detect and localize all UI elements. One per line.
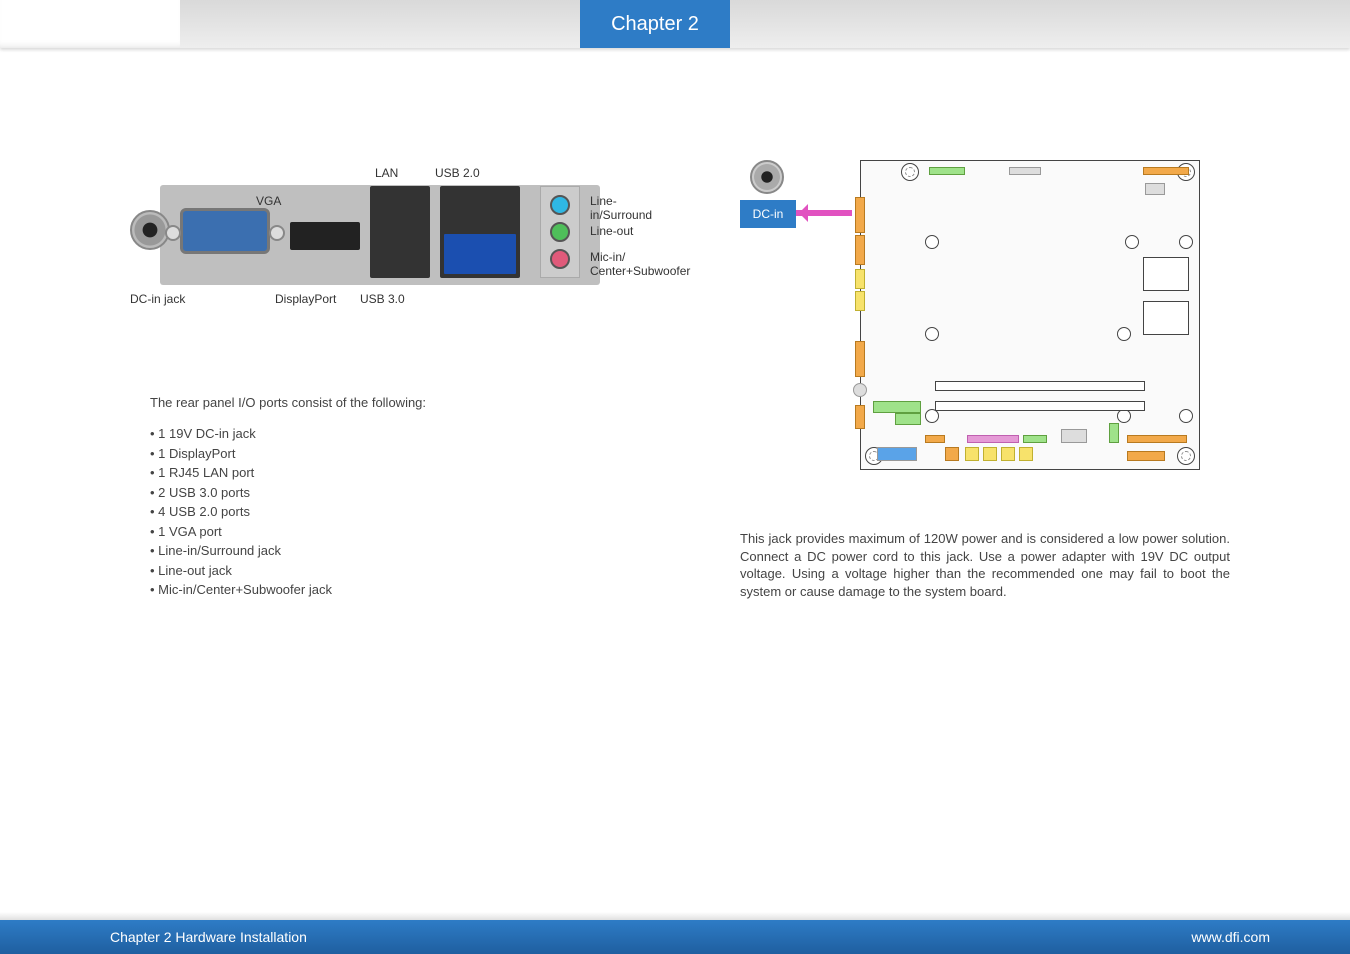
expansion-slot-icon (935, 401, 1145, 411)
mounting-hole-icon (1179, 235, 1193, 249)
connector-icon (1023, 435, 1047, 443)
connector-icon (855, 341, 865, 377)
connector-icon (967, 435, 1019, 443)
connector-icon (1009, 167, 1041, 175)
connector-icon (965, 447, 979, 461)
label-usb20: USB 2.0 (435, 166, 480, 180)
list-item: Mic-in/Center+Subwoofer jack (150, 580, 670, 600)
list-item: 1 19V DC-in jack (150, 424, 670, 444)
footer-left: Chapter 2 Hardware Installation (110, 929, 307, 945)
right-column: DC-in (740, 160, 1260, 894)
connector-icon (1127, 451, 1165, 461)
mounting-hole-icon (1117, 327, 1131, 341)
label-linein: Line-in/Surround (590, 194, 652, 222)
dc-in-connector-icon (750, 160, 784, 194)
connector-icon (855, 235, 865, 265)
label-micin: Mic-in/ Center+Subwoofer (590, 250, 690, 278)
label-dcin-jack: DC-in jack (130, 292, 185, 306)
connector-icon (1001, 447, 1015, 461)
mounting-hole-icon (925, 235, 939, 249)
mounting-hole-icon (925, 409, 939, 423)
connector-icon (945, 447, 959, 461)
list-item: 1 VGA port (150, 522, 670, 542)
left-column: LAN USB 2.0 VGA DC-in jack DisplayPort U… (130, 160, 670, 894)
body-paragraph: This jack provides maximum of 120W power… (740, 530, 1260, 600)
connector-icon (1127, 435, 1187, 443)
mounting-hole-icon (901, 163, 919, 181)
mounting-hole-icon (1117, 409, 1131, 423)
chip-icon (1143, 257, 1189, 291)
motherboard-figure: DC-in (740, 160, 1210, 490)
connector-icon (1019, 447, 1033, 461)
connector-icon (1143, 167, 1189, 175)
line-out-jack-icon (550, 222, 570, 242)
mounting-hole-icon (1177, 447, 1195, 465)
connector-icon (855, 291, 865, 311)
connector-icon (925, 435, 945, 443)
label-usb30: USB 3.0 (360, 292, 405, 306)
content: LAN USB 2.0 VGA DC-in jack DisplayPort U… (0, 120, 1350, 894)
line-in-jack-icon (550, 195, 570, 215)
connector-icon (855, 269, 865, 289)
mounting-hole-icon (1125, 235, 1139, 249)
chip-icon (1143, 301, 1189, 335)
vga-port-icon (180, 208, 270, 254)
mounting-hole-icon (1179, 409, 1193, 423)
list-item: 1 RJ45 LAN port (150, 463, 670, 483)
connector-icon (983, 447, 997, 461)
mounting-hole-icon (925, 327, 939, 341)
list-item: Line-in/Surround jack (150, 541, 670, 561)
connector-icon (1145, 183, 1165, 195)
displayport-icon (290, 222, 360, 250)
footer: Chapter 2 Hardware Installation www.dfi.… (0, 920, 1350, 954)
usb-stack-icon (440, 186, 520, 278)
header-band: Chapter 2 (0, 0, 1350, 48)
list-item: 4 USB 2.0 ports (150, 502, 670, 522)
connector-icon (1109, 423, 1119, 443)
label-vga: VGA (256, 194, 281, 208)
mic-in-jack-icon (550, 249, 570, 269)
label-lan: LAN (375, 166, 398, 180)
expansion-slot-icon (935, 381, 1145, 391)
list-item: 2 USB 3.0 ports (150, 483, 670, 503)
label-displayport: DisplayPort (275, 292, 336, 306)
dc-in-jack-icon (130, 210, 170, 250)
connector-icon (855, 197, 865, 233)
label-lineout: Line-out (590, 224, 633, 238)
motherboard-outline (860, 160, 1200, 470)
port-list: 1 19V DC-in jack 1 DisplayPort 1 RJ45 LA… (150, 424, 670, 600)
intro-text: The rear panel I/O ports consist of the … (150, 395, 670, 410)
lan-block-icon (370, 186, 430, 278)
list-item: Line-out jack (150, 561, 670, 581)
footer-right: www.dfi.com (1191, 929, 1270, 945)
connector-icon (877, 447, 917, 461)
header-left-blank (0, 0, 180, 48)
connector-icon (855, 405, 865, 429)
chapter-label: Chapter 2 (580, 0, 730, 48)
battery-icon (853, 383, 867, 397)
dc-in-label: DC-in (740, 200, 796, 228)
connector-icon (895, 413, 921, 425)
audio-jacks (540, 186, 580, 278)
connector-icon (873, 401, 921, 413)
connector-icon (929, 167, 965, 175)
list-item: 1 DisplayPort (150, 444, 670, 464)
dc-in-arrow-icon (796, 210, 852, 216)
connector-icon (1061, 429, 1087, 443)
io-panel-figure: LAN USB 2.0 VGA DC-in jack DisplayPort U… (130, 160, 650, 330)
footer-shadow (0, 912, 1350, 920)
